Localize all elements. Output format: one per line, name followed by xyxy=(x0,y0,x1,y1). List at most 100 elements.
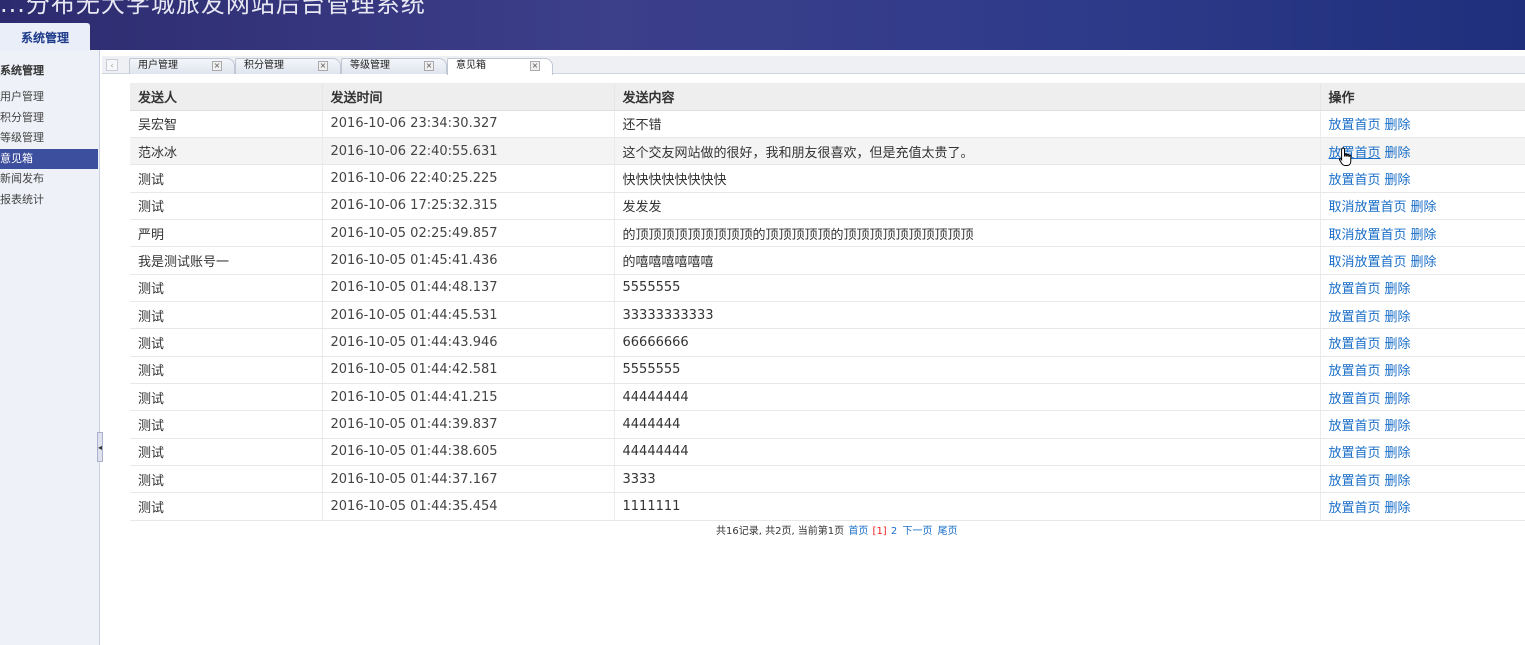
table-row: 测试 2016-10-05 01:44:38.605 44444444 放置首页 删除 xyxy=(130,438,1525,466)
delete-link[interactable]: 删除 xyxy=(1411,255,1437,270)
column-header-actions: 操作 xyxy=(1320,83,1525,111)
table-row: 严明 2016-10-05 02:25:49.857 的顶顶顶顶顶顶顶顶顶的顶顶顶顶… xyxy=(130,219,1525,248)
delete-link[interactable]: 删除 xyxy=(1385,310,1411,325)
close-icon[interactable]: × xyxy=(212,61,222,71)
cell-actions: 取消放置首页 删除 xyxy=(1320,219,1525,248)
chevron-left-icon: ‹ xyxy=(110,60,114,70)
cell-content: 的嘻嘻嘻嘻嘻嘻 xyxy=(614,246,1321,275)
cell-actions: 放置首页 删除 xyxy=(1320,164,1525,193)
sidebar-item-reports[interactable]: 报表统计 xyxy=(0,190,98,211)
pagination: 共16记录, 共2页, 当前第1页 首页 [1] 2 下一页 尾页 xyxy=(716,522,959,537)
sidebar-item-news[interactable]: 新闻发布 xyxy=(0,169,98,190)
top-menu-system-management[interactable]: 系统管理 xyxy=(0,23,90,50)
delete-link[interactable]: 删除 xyxy=(1385,446,1411,461)
delete-link[interactable]: 删除 xyxy=(1385,474,1411,489)
set-homepage-link[interactable]: 放置首页 xyxy=(1329,118,1381,133)
cell-content: 这个交友网站做的很好，我和朋友很喜欢，但是充值太贵了。 xyxy=(614,137,1321,166)
tab-level-management[interactable]: 等级管理 × xyxy=(341,58,447,74)
delete-link[interactable]: 删除 xyxy=(1385,118,1411,133)
sidebar-item-feedback[interactable]: 意见箱 xyxy=(0,148,98,169)
cell-sender: 测试 xyxy=(130,356,323,384)
cell-actions: 放置首页 删除 xyxy=(1320,492,1525,521)
cell-actions: 放置首页 删除 xyxy=(1320,110,1525,138)
tab-feedback[interactable]: 意见箱 × xyxy=(447,58,553,75)
pagination-first-link[interactable]: 首页 xyxy=(848,526,868,537)
delete-link[interactable]: 删除 xyxy=(1385,146,1411,161)
cell-sender: 范冰冰 xyxy=(130,137,323,166)
cell-sender: 测试 xyxy=(130,383,323,412)
sidebar-item-level-management[interactable]: 等级管理 xyxy=(0,128,98,149)
cell-content: 的顶顶顶顶顶顶顶顶顶的顶顶顶顶顶的顶顶顶顶顶顶顶顶顶顶 xyxy=(614,219,1321,248)
cell-sender: 测试 xyxy=(130,328,323,357)
cell-time: 2016-10-05 01:44:37.167 xyxy=(322,465,615,494)
delete-link[interactable]: 删除 xyxy=(1385,337,1411,352)
cell-actions: 取消放置首页 删除 xyxy=(1320,192,1525,220)
cell-actions: 放置首页 删除 xyxy=(1320,465,1525,494)
delete-link[interactable]: 删除 xyxy=(1411,200,1437,215)
set-homepage-link[interactable]: 放置首页 xyxy=(1329,146,1381,161)
delete-link[interactable]: 删除 xyxy=(1385,282,1411,297)
cell-content: 44444444 xyxy=(614,383,1321,412)
tab-strip: ‹ 用户管理 × 积分管理 × 等级管理 × 意见箱 × xyxy=(102,56,1525,75)
cell-sender: 严明 xyxy=(130,219,323,248)
cell-sender: 测试 xyxy=(130,301,323,330)
cell-time: 2016-10-05 01:44:42.581 xyxy=(322,356,615,384)
column-header-time: 发送时间 xyxy=(322,83,615,111)
set-homepage-link[interactable]: 放置首页 xyxy=(1329,392,1381,407)
set-homepage-link[interactable]: 放置首页 xyxy=(1329,310,1381,325)
app-title: ...分布无大学城旅友网站后台管理系统 xyxy=(0,0,426,18)
cell-content: 4444444 xyxy=(614,410,1321,439)
set-homepage-link[interactable]: 放置首页 xyxy=(1329,364,1381,379)
cell-time: 2016-10-05 01:44:39.837 xyxy=(322,410,615,439)
delete-link[interactable]: 删除 xyxy=(1385,173,1411,188)
set-homepage-link[interactable]: 放置首页 xyxy=(1329,337,1381,352)
cell-time: 2016-10-05 01:45:41.436 xyxy=(322,246,615,275)
column-header-sender: 发送人 xyxy=(130,83,323,111)
sidebar-collapse-handle[interactable]: ◂ xyxy=(97,432,103,462)
table-row: 测试 2016-10-05 01:44:43.946 66666666 放置首页 删除 xyxy=(130,328,1525,357)
table-row: 范冰冰 2016-10-06 22:40:55.631 这个交友网站做的很好，我和朋… xyxy=(130,137,1525,166)
cell-content: 3333 xyxy=(614,465,1321,494)
pagination-next-link[interactable]: 下一页 xyxy=(902,526,932,537)
cell-content: 快快快快快快快快 xyxy=(614,164,1321,193)
set-homepage-link[interactable]: 放置首页 xyxy=(1329,173,1381,188)
cell-sender: 测试 xyxy=(130,192,323,220)
feedback-table: 发送人 发送时间 发送内容 操作 吴宏智 2016-10-06 23:34:30.… xyxy=(130,83,1525,521)
tab-user-management[interactable]: 用户管理 × xyxy=(129,58,235,74)
set-homepage-link[interactable]: 放置首页 xyxy=(1329,501,1381,516)
set-homepage-link[interactable]: 放置首页 xyxy=(1329,474,1381,489)
pagination-current-page: [1] xyxy=(872,526,887,537)
table-row: 我是测试账号一 2016-10-05 01:45:41.436 的嘻嘻嘻嘻嘻嘻 取消放… xyxy=(130,246,1525,275)
pagination-summary: 共16记录, 共2页, 当前第1页 xyxy=(716,526,845,537)
cell-sender: 测试 xyxy=(130,438,323,466)
delete-link[interactable]: 删除 xyxy=(1385,419,1411,434)
delete-link[interactable]: 删除 xyxy=(1385,364,1411,379)
close-icon[interactable]: × xyxy=(318,61,328,71)
table-row: 测试 2016-10-05 01:44:48.137 5555555 放置首页 删除 xyxy=(130,274,1525,302)
table-body: 吴宏智 2016-10-06 23:34:30.327 还不错 放置首页 删除 范冰冰 20… xyxy=(130,110,1525,521)
column-header-content: 发送内容 xyxy=(614,83,1321,111)
tab-scroll-left-button[interactable]: ‹ xyxy=(106,59,118,71)
sidebar: 系统管理 用户管理 积分管理 等级管理 意见箱 新闻发布 报表统计 ◂ xyxy=(0,50,103,645)
set-homepage-link[interactable]: 放置首页 xyxy=(1329,282,1381,297)
cancel-homepage-link[interactable]: 取消放置首页 xyxy=(1329,228,1407,243)
delete-link[interactable]: 删除 xyxy=(1411,228,1437,243)
sidebar-item-points-management[interactable]: 积分管理 xyxy=(0,108,98,129)
cell-time: 2016-10-05 01:44:35.454 xyxy=(322,492,615,521)
pagination-last-link[interactable]: 尾页 xyxy=(938,526,958,537)
set-homepage-link[interactable]: 放置首页 xyxy=(1329,446,1381,461)
sidebar-item-user-management[interactable]: 用户管理 xyxy=(0,87,98,108)
cancel-homepage-link[interactable]: 取消放置首页 xyxy=(1329,255,1407,270)
tab-points-management[interactable]: 积分管理 × xyxy=(235,58,341,74)
cancel-homepage-link[interactable]: 取消放置首页 xyxy=(1329,200,1407,215)
close-icon[interactable]: × xyxy=(530,61,540,71)
close-icon[interactable]: × xyxy=(424,61,434,71)
sidebar-menu: 用户管理 积分管理 等级管理 意见箱 新闻发布 报表统计 xyxy=(0,87,98,210)
cell-actions: 放置首页 删除 xyxy=(1320,328,1525,357)
cell-sender: 测试 xyxy=(130,410,323,439)
delete-link[interactable]: 删除 xyxy=(1385,501,1411,516)
set-homepage-link[interactable]: 放置首页 xyxy=(1329,419,1381,434)
delete-link[interactable]: 删除 xyxy=(1385,392,1411,407)
pagination-page-2-link[interactable]: 2 xyxy=(891,526,897,537)
tab-label: 意见箱 xyxy=(456,60,486,71)
